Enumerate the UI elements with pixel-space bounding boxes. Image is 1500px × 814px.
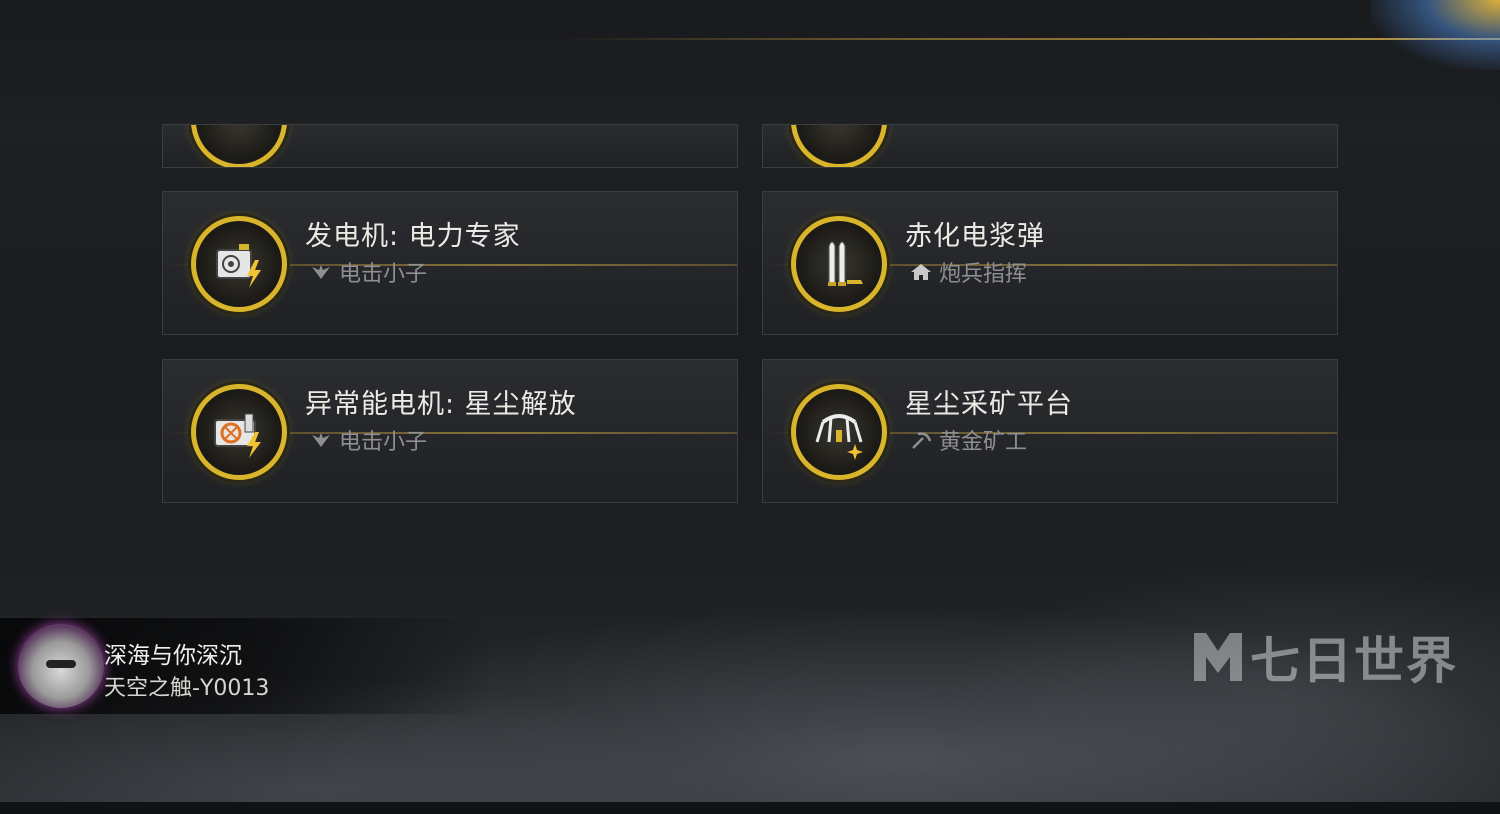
bottom-strip — [0, 802, 1500, 814]
mining-platform-icon — [791, 384, 887, 480]
card-subtitle: 炮兵指挥 — [939, 262, 1028, 287]
avatar[interactable] — [18, 624, 104, 708]
player-info: 深海与你深沉 天空之触-Y0013 — [0, 618, 490, 714]
card-subtitle-row: 黄金矿工 — [909, 424, 1027, 456]
talent-card-plasma-shell[interactable]: 赤化电浆弹 炮兵指挥 — [762, 191, 1338, 335]
card-subtitle: 电击小子 — [339, 262, 428, 287]
sunglasses-icon — [46, 660, 76, 668]
card-subtitle-row: 炮兵指挥 — [909, 256, 1027, 288]
logo-mark-icon — [1194, 633, 1242, 681]
talent-card-anomaly-generator[interactable]: 异常能电机: 星尘解放 电击小子 — [162, 359, 738, 503]
leaf-icon — [312, 433, 330, 447]
talent-card-generator[interactable]: 发电机: 电力专家 电击小子 — [162, 191, 738, 335]
leaf-icon — [312, 265, 330, 279]
partial-badge-icon — [791, 125, 887, 167]
card-subtitle-row: 电击小子 — [309, 424, 427, 456]
talent-card-partial-right[interactable] — [762, 124, 1338, 168]
card-subtitle: 黄金矿工 — [939, 430, 1028, 455]
card-title: 异常能电机: 星尘解放 — [305, 389, 577, 420]
generator-icon — [191, 216, 287, 312]
partial-badge-icon — [191, 125, 287, 167]
house-icon — [911, 264, 931, 280]
player-server: 天空之触-Y0013 — [104, 676, 270, 701]
corner-glow — [1370, 0, 1500, 70]
pickaxe-icon — [912, 432, 932, 449]
top-gold-line — [560, 38, 1500, 40]
bullets-icon — [791, 216, 887, 312]
watermark-logo: 七日世界 — [1190, 622, 1460, 692]
talent-card-mining-platform[interactable]: 星尘采矿平台 黄金矿工 — [762, 359, 1338, 503]
logo-text: 七日世界 — [1250, 632, 1458, 690]
talent-grid: 发电机: 电力专家 电击小子 赤化电浆弹 炮兵指挥 异常能电机: 星尘解放 电击… — [162, 124, 1340, 504]
card-title: 星尘采矿平台 — [905, 389, 1073, 420]
card-subtitle-row: 电击小子 — [309, 256, 427, 288]
anomaly-generator-icon — [191, 384, 287, 480]
top-bar — [0, 0, 1500, 118]
card-title: 赤化电浆弹 — [905, 221, 1045, 252]
card-subtitle: 电击小子 — [339, 430, 428, 455]
talent-card-partial-left[interactable] — [162, 124, 738, 168]
player-name: 深海与你深沉 — [104, 643, 242, 669]
card-title: 发电机: 电力专家 — [305, 221, 521, 252]
